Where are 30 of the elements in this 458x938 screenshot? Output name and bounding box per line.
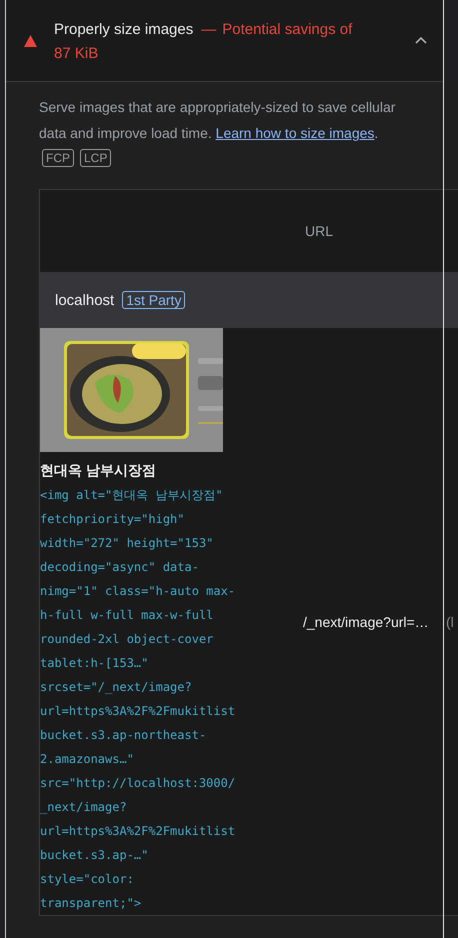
code-line: _next/image? — [40, 800, 127, 814]
code-line: src="http://localhost:3000/ — [40, 776, 236, 790]
code-line: fetchpriority="high" — [40, 512, 184, 526]
code-line: 2.amazonaws…" — [40, 752, 134, 766]
code-line: rounded-2xl object-cover — [40, 632, 214, 646]
metric-tag: FCP — [42, 149, 74, 167]
entity-name: localhost — [55, 292, 114, 308]
metric-tag: LCP — [80, 149, 112, 167]
chevron-icon[interactable] — [415, 36, 427, 45]
code-line: h-full w-full max-w-full — [40, 608, 214, 622]
code-line: width="272" height="153" — [40, 536, 214, 550]
learn-more-link[interactable]: Learn how to size images — [216, 125, 374, 141]
node-label: 현대옥 남부시장점 — [40, 462, 156, 478]
code-line: decoding="async" data- — [40, 560, 199, 574]
code-line: tablet:h-[153…" — [40, 656, 148, 670]
code-line: url=https%3A%2F%2Fmukitlist — [40, 824, 236, 838]
code-line: style="color: — [40, 872, 134, 886]
url-text: /_next/image?url=… — [303, 614, 429, 630]
audit-title: Properly size images — Potential savings of 87 KiB — [54, 20, 354, 64]
code-line: url=https%3A%2F%2Fmukitlist — [40, 704, 236, 718]
code-line: nimg="1" class="h-auto max- — [40, 584, 236, 598]
table-cell: (l — [446, 614, 454, 630]
column-header: URL — [304, 223, 333, 239]
code-line: bucket.s3.ap-…" — [40, 848, 148, 862]
party-badge: 1st Party — [122, 291, 186, 309]
code-line: bucket.s3.ap-northeast- — [40, 728, 206, 742]
description-text: Serve images that are appropriately-sized to save cellular data and improve load time. Learn how to size images. — [39, 98, 396, 143]
code-line: srcset="/_next/image? — [40, 680, 192, 694]
code-line: transparent;"> — [40, 896, 142, 910]
code-line: <img alt="현대옥 남부시장점" — [40, 488, 223, 502]
